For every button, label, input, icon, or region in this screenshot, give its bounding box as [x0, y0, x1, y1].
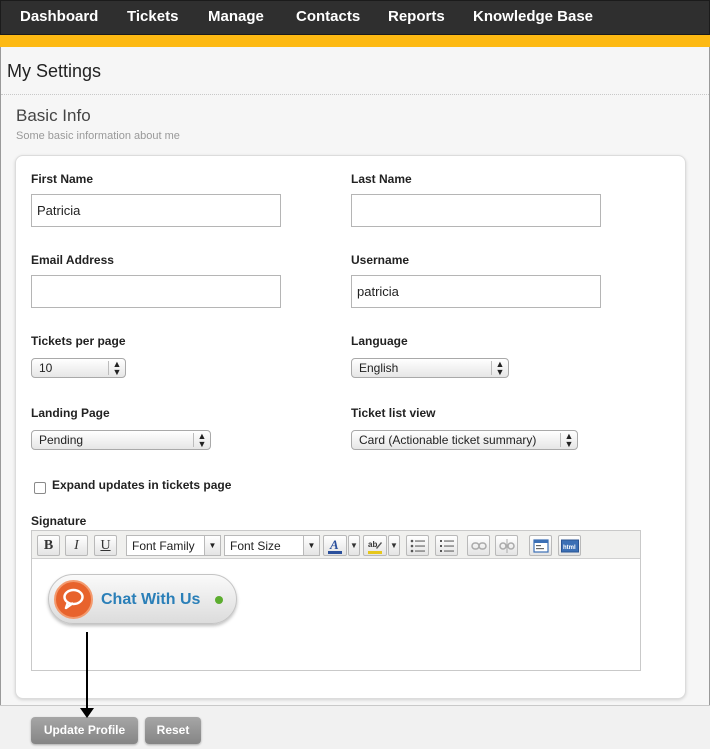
chat-with-us-button[interactable]: Chat With Us — [48, 574, 237, 624]
select-divider — [560, 433, 561, 447]
first-name-label: First Name — [31, 172, 94, 186]
annotation-arrow-head — [80, 708, 94, 718]
email-label: Email Address — [31, 253, 114, 267]
ticket-list-view-select[interactable]: Card (Actionable ticket summary) ▲ ▼ — [351, 430, 578, 450]
insert-block-button[interactable] — [529, 535, 552, 556]
unlink-button[interactable] — [495, 535, 518, 556]
annotation-arrow-line — [86, 632, 88, 712]
svg-text:A: A — [329, 538, 339, 552]
select-divider — [108, 361, 109, 375]
landing-page-label: Landing Page — [31, 406, 110, 420]
numbered-list-button[interactable] — [435, 535, 458, 556]
text-color-icon: A — [328, 537, 342, 554]
expand-updates-label: Expand updates in tickets page — [52, 478, 232, 492]
text-color-button[interactable]: A — [323, 535, 347, 556]
username-label: Username — [351, 253, 410, 267]
select-divider — [193, 433, 194, 447]
chevron-down-icon: ▼ — [303, 536, 319, 555]
editor-toolbar: B I U Font Family ▼ Font Size ▼ A ▼ ab ▼… — [32, 531, 640, 559]
highlight-icon: ab — [368, 540, 382, 554]
tickets-per-page-select[interactable]: 10 ▲ ▼ — [31, 358, 126, 378]
expand-updates-checkbox[interactable] — [34, 482, 46, 494]
language-select[interactable]: English ▲ ▼ — [351, 358, 509, 378]
update-profile-button[interactable]: Update Profile — [31, 717, 138, 744]
link-icon — [470, 542, 487, 550]
signature-label: Signature — [31, 514, 87, 528]
chevron-down-icon: ▼ — [204, 536, 220, 555]
italic-button[interactable]: I — [65, 535, 88, 556]
accent-bar — [0, 35, 710, 47]
speech-bubble-icon — [63, 588, 84, 610]
page-title: My Settings — [7, 61, 102, 81]
font-size-select[interactable]: Font Size ▼ — [224, 535, 320, 556]
first-name-input[interactable] — [31, 194, 281, 227]
html-icon: html — [560, 539, 579, 553]
svg-text:html: html — [563, 545, 576, 551]
select-arrows-icon: ▲ ▼ — [112, 359, 122, 377]
title-divider — [1, 94, 709, 95]
nav-tickets[interactable]: Tickets — [127, 8, 178, 25]
block-icon — [532, 539, 549, 553]
nav-knowledge-base[interactable]: Knowledge Base — [473, 8, 593, 25]
section-title: Basic Info — [16, 106, 91, 125]
chat-bubble-icon — [54, 580, 93, 619]
unlink-icon — [498, 539, 515, 553]
svg-text:ab: ab — [368, 540, 377, 549]
select-divider — [491, 361, 492, 375]
text-color-dropdown[interactable]: ▼ — [348, 535, 360, 556]
numbered-list-icon — [439, 540, 454, 552]
chat-button-label: Chat With Us — [101, 591, 201, 608]
language-label: Language — [351, 334, 408, 348]
landing-page-select[interactable]: Pending ▲ ▼ — [31, 430, 211, 450]
landing-page-value: Pending — [39, 433, 84, 447]
email-input[interactable] — [31, 275, 281, 308]
online-status-dot — [215, 596, 223, 604]
section-subtitle: Some basic information about me — [16, 130, 180, 142]
bold-button[interactable]: B — [37, 535, 60, 556]
bullet-list-icon — [410, 539, 425, 553]
highlight-color-dropdown[interactable]: ▼ — [388, 535, 400, 556]
language-value: English — [359, 361, 399, 375]
ticket-list-view-value: Card (Actionable ticket summary) — [359, 433, 537, 447]
font-family-label: Font Family — [132, 539, 195, 553]
select-arrows-icon: ▲ ▼ — [495, 359, 505, 377]
top-nav: Dashboard Tickets Manage Contacts Report… — [0, 0, 710, 35]
nav-contacts[interactable]: Contacts — [296, 8, 360, 25]
last-name-input[interactable] — [351, 194, 601, 227]
highlight-color-button[interactable]: ab — [363, 535, 387, 556]
select-arrows-icon: ▲ ▼ — [564, 431, 574, 449]
bullet-list-button[interactable] — [406, 535, 429, 556]
reset-button[interactable]: Reset — [145, 717, 201, 744]
nav-manage[interactable]: Manage — [208, 8, 264, 25]
underline-button[interactable]: U — [94, 535, 117, 556]
font-size-label: Font Size — [230, 539, 281, 553]
username-input[interactable] — [351, 275, 601, 308]
nav-dashboard[interactable]: Dashboard — [20, 8, 98, 25]
font-family-select[interactable]: Font Family ▼ — [126, 535, 221, 556]
link-button[interactable] — [467, 535, 490, 556]
ticket-list-view-label: Ticket list view — [351, 406, 436, 420]
tickets-per-page-value: 10 — [39, 361, 53, 375]
nav-reports[interactable]: Reports — [388, 8, 445, 25]
tickets-per-page-label: Tickets per page — [31, 334, 126, 348]
select-arrows-icon: ▲ ▼ — [197, 431, 207, 449]
last-name-label: Last Name — [351, 172, 412, 186]
html-source-button[interactable]: html — [558, 535, 581, 556]
